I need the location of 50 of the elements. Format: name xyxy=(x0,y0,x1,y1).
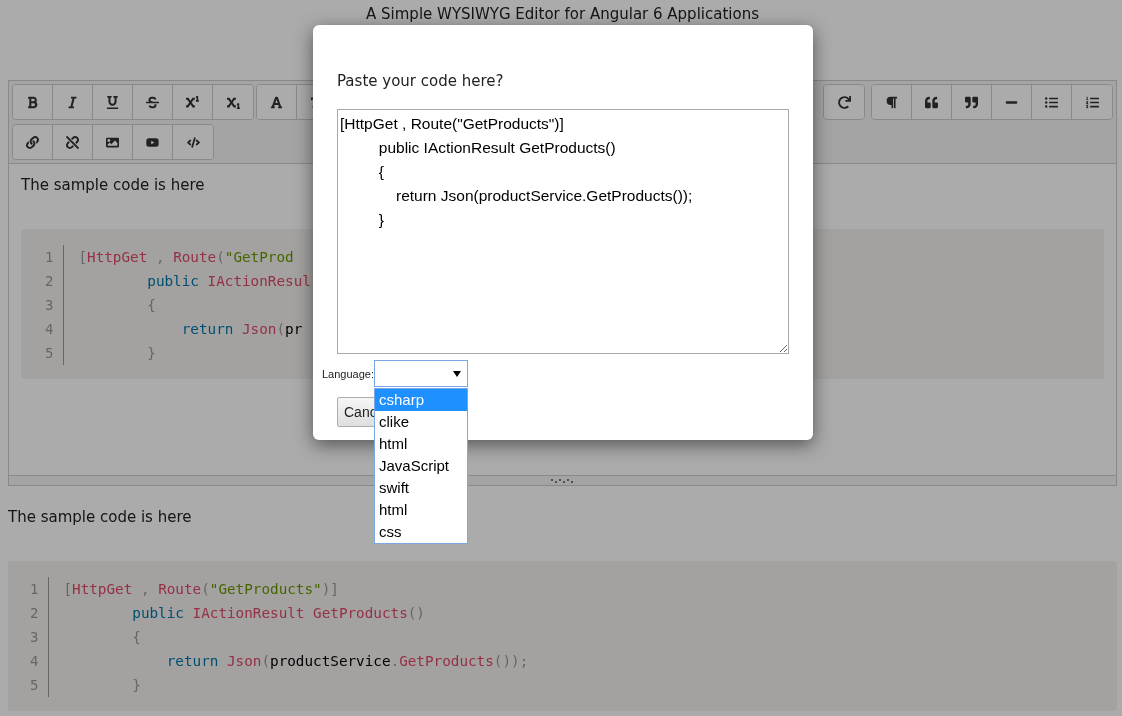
code-line: } xyxy=(131,676,142,695)
strikethrough-icon xyxy=(146,95,159,109)
line-number: 3 xyxy=(30,628,39,647)
grip-icon xyxy=(550,478,575,483)
numbered-list-icon xyxy=(1085,95,1099,109)
caret-icon xyxy=(453,370,461,377)
code-line: { xyxy=(131,628,142,647)
unlink-icon xyxy=(66,135,79,149)
paragraph-icon xyxy=(885,95,898,109)
image-icon xyxy=(106,135,119,149)
code-line: } xyxy=(146,344,157,363)
preview-paragraph: The sample code is here xyxy=(8,507,192,528)
code-line: public IActionResult GetProducts() xyxy=(131,604,426,623)
font-button[interactable] xyxy=(257,85,297,119)
line-number: 1 xyxy=(30,580,39,599)
line-number: 1 xyxy=(45,248,54,267)
code-line: return Json(pr xyxy=(180,320,304,339)
line-number: 5 xyxy=(45,344,54,363)
line-number: 4 xyxy=(30,652,39,671)
line-number: 3 xyxy=(45,296,54,315)
language-label: Language: xyxy=(322,367,374,380)
redo-icon xyxy=(837,95,851,109)
bold-button[interactable] xyxy=(13,85,53,119)
subscript-icon xyxy=(226,95,240,109)
code-icon xyxy=(186,135,200,149)
bold-icon xyxy=(26,95,39,109)
code-input[interactable]: [HttpGet , Route("GetProducts")] public IActionResult GetProducts() { return Json(productService.GetProducts()); } xyxy=(337,109,789,354)
link-icon xyxy=(26,135,39,149)
bullet-list-icon xyxy=(1045,95,1058,109)
superscript-icon xyxy=(186,95,199,109)
code-line: public IActionResul xyxy=(146,272,312,291)
dialog-prompt: Paste your code here? xyxy=(337,71,505,91)
underline-icon xyxy=(106,95,119,109)
code-line: return Json(productService.GetProducts()); xyxy=(165,652,530,671)
line-number: 2 xyxy=(30,604,39,623)
redo-button[interactable] xyxy=(824,85,864,119)
code-line: { xyxy=(146,296,157,315)
paragraph-button[interactable] xyxy=(872,85,912,119)
italic-icon xyxy=(66,95,79,109)
line-number: 5 xyxy=(30,676,39,695)
line-number: 2 xyxy=(45,272,54,291)
link-button[interactable] xyxy=(13,125,53,159)
quote-left-icon xyxy=(925,95,938,109)
play-icon xyxy=(146,135,159,149)
editor-paragraph: The sample code is here xyxy=(21,175,205,196)
code-line: [HttpGet , Route("GetProd xyxy=(78,248,295,267)
font-icon xyxy=(270,95,283,109)
code-line: [HttpGet , Route("GetProducts")] xyxy=(63,580,340,599)
quote-right-icon xyxy=(965,95,978,109)
line-number: 4 xyxy=(45,320,54,339)
